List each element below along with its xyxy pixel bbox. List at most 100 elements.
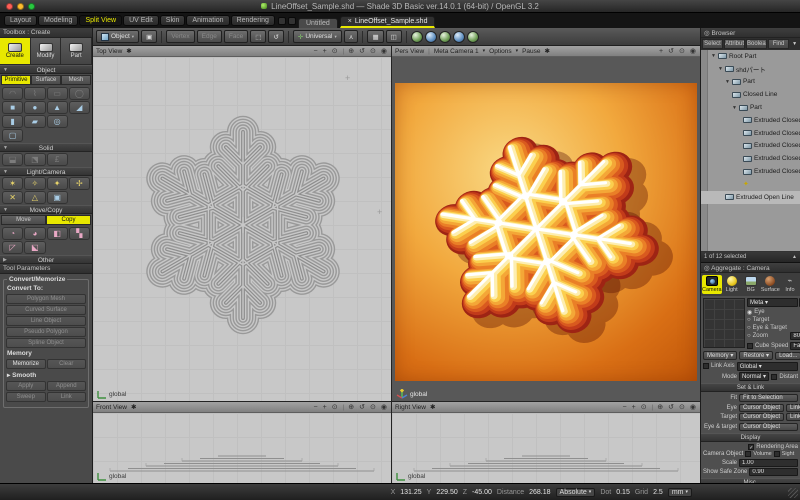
tab-info[interactable]: ⌁Info — [781, 275, 799, 294]
gear-icon[interactable]: ✱ — [131, 403, 136, 411]
shading-mode-5-icon[interactable] — [467, 31, 479, 43]
tree-row-extruded-closed[interactable]: Extruded Closed — [701, 165, 800, 178]
zoom-tool-icon[interactable]: ⊙ — [370, 403, 377, 411]
tab-modeling[interactable]: Modeling — [38, 15, 78, 26]
workspace-menu-button[interactable] — [288, 17, 296, 25]
target-link-button[interactable]: Link — [786, 413, 800, 421]
polyline-tool-icon[interactable]: ⌇ — [24, 87, 45, 100]
right-view-canvas[interactable]: global — [392, 413, 700, 483]
shading-mode-3-icon[interactable] — [439, 31, 451, 43]
close-window-button[interactable] — [6, 3, 13, 10]
zoom-out-icon[interactable]: − — [314, 48, 319, 55]
radio-target[interactable]: ○Target — [747, 317, 800, 323]
target-cursor-object-button[interactable]: Cursor Object — [739, 413, 784, 421]
zoom-tool-icon[interactable]: ⊙ — [679, 47, 686, 55]
pause-button[interactable]: Pause — [522, 48, 540, 55]
top-view-canvas[interactable]: + + global — [93, 57, 391, 401]
doc-tab-active[interactable]: × LineOffset_Sample.shd — [340, 16, 436, 28]
mode-part-button[interactable]: Part — [61, 38, 92, 64]
tab-find[interactable]: Find — [768, 39, 789, 49]
convert-line-object-button[interactable]: Line Object — [6, 316, 86, 326]
mirror-copy-icon[interactable]: ◧ — [47, 227, 68, 240]
face-mode-button[interactable]: Face — [224, 30, 248, 43]
expand-triangle-icon[interactable]: ▼ — [732, 105, 737, 111]
magnifier-icon[interactable]: ⊙ — [332, 47, 339, 55]
rounded-cube-primitive-icon[interactable]: ▢ — [2, 129, 23, 142]
tab-rendering[interactable]: Rendering — [231, 15, 275, 26]
rotate-icon[interactable]: ↺ — [359, 47, 366, 55]
distant-checkbox[interactable] — [771, 374, 777, 380]
tab-boolean[interactable]: Boolean — [746, 39, 767, 49]
tab-attributes[interactable]: Attributes — [724, 39, 745, 49]
mirror-button[interactable]: ◫ — [386, 30, 402, 43]
circle-tool-icon[interactable]: ◯ — [69, 87, 90, 100]
section-object[interactable]: ▼Object — [0, 65, 92, 74]
tab-copy[interactable]: Copy — [46, 215, 91, 225]
checkbox-icon[interactable] — [747, 343, 753, 349]
skeleton-tool-button[interactable]: ⋏ — [344, 30, 359, 43]
tab-uv-edit[interactable]: UV Edit — [123, 15, 159, 26]
smooth-apply-button[interactable]: Apply — [6, 381, 46, 391]
tab-layout[interactable]: Layout — [4, 15, 37, 26]
pan-icon[interactable]: ⊕ — [348, 47, 355, 55]
coordinate-mode-dropdown[interactable]: Absolute▾ — [556, 488, 596, 497]
cylinder-primitive-icon[interactable]: ▮ — [2, 115, 23, 128]
cube-speed-field[interactable]: Fast — [790, 342, 800, 350]
mode-dropdown[interactable]: Normal ▾ — [739, 372, 769, 381]
rect-tool-icon[interactable]: ▭ — [47, 87, 68, 100]
restore-button[interactable]: Restore ▾ — [739, 351, 773, 360]
camera-preview[interactable] — [703, 298, 745, 348]
tree-row-extruded-open-line[interactable]: Extruded Open Line — [701, 191, 800, 204]
tree-row-shd-part[interactable]: ▼shdパート — [701, 63, 800, 76]
tree-row-extruded-closed[interactable]: Extruded Closed — [701, 152, 800, 165]
camera-selector[interactable]: Meta Camera 1 — [434, 48, 479, 55]
section-other[interactable]: ▶Other — [0, 255, 92, 264]
memorize-button[interactable]: Memorize — [6, 359, 46, 369]
zoom-value-field[interactable]: 80.0 — [790, 332, 800, 340]
memory-button[interactable]: Memory ▾ — [703, 351, 737, 360]
convert-pseudo-polygon-button[interactable]: Pseudo Polygon — [6, 327, 86, 337]
zoom-out-icon[interactable]: − — [314, 404, 319, 411]
camera-view-icon[interactable]: ◉ — [381, 403, 388, 411]
camera-view-icon[interactable]: ◉ — [690, 403, 697, 411]
zoom-tool-icon[interactable]: ⊙ — [370, 47, 377, 55]
light-array-icon[interactable]: △ — [24, 191, 45, 204]
radio-zoom[interactable]: ○Zoom80.0 — [747, 332, 800, 340]
zoom-window-button[interactable] — [28, 3, 35, 10]
tab-split-view[interactable]: Split View — [79, 15, 122, 26]
close-tab-icon[interactable]: × — [348, 18, 352, 25]
directional-light-icon[interactable]: ✦ — [47, 177, 68, 190]
section-light-camera[interactable]: ▼Light/Camera — [0, 167, 92, 176]
point-light-icon[interactable]: ✶ — [2, 177, 23, 190]
area-light-icon[interactable]: ✢ — [69, 177, 90, 190]
tree-row-closed-line[interactable]: Closed Line — [701, 88, 800, 101]
shading-mode-1-icon[interactable] — [411, 31, 423, 43]
plane-primitive-icon[interactable]: ▰ — [24, 115, 45, 128]
gear-icon[interactable]: ✱ — [430, 403, 435, 411]
smooth-sweep-button[interactable]: Sweep — [6, 392, 46, 402]
eye-cursor-object-button[interactable]: Cursor Object — [739, 404, 784, 412]
front-view-canvas[interactable]: global — [93, 413, 391, 483]
tab-light[interactable]: Light — [723, 275, 741, 294]
camera-tool-icon[interactable]: ▣ — [47, 191, 68, 204]
gear-icon[interactable]: ✱ — [545, 47, 550, 55]
clear-button[interactable]: Clear — [47, 359, 87, 369]
magnifier-icon[interactable]: ⊙ — [332, 403, 339, 411]
expand-triangle-icon[interactable]: ▼ — [711, 53, 716, 59]
edge-mode-button[interactable]: Edge — [197, 30, 222, 43]
viewport-top[interactable]: Top View ✱ − + ⊙ | ⊕ ↺ ⊙ ◉ — [93, 46, 391, 401]
eye-target-cursor-object-button[interactable]: Cursor Object — [739, 423, 798, 431]
safe-zone-field[interactable]: 0.90 — [749, 468, 798, 476]
collapse-panel-icon[interactable]: ▲ — [792, 254, 797, 260]
tab-mesh[interactable]: Mesh — [61, 75, 91, 85]
section-solid[interactable]: ▼Solid — [0, 143, 92, 152]
set-link-section[interactable]: Set & Link — [701, 383, 800, 392]
tree-row-extruded-closed[interactable]: Extruded Closed — [701, 114, 800, 127]
universal-manipulator-button[interactable]: ✛Universal▾ — [293, 30, 342, 43]
ambient-light-icon[interactable]: ✕ — [2, 191, 23, 204]
marquee-select-button[interactable]: ⬚ — [250, 30, 266, 43]
tab-surface[interactable]: Surface — [761, 275, 780, 294]
mode-create-button[interactable]: Create — [0, 38, 31, 64]
expand-triangle-icon[interactable]: ▼ — [718, 66, 723, 72]
minimize-window-button[interactable] — [17, 3, 24, 10]
